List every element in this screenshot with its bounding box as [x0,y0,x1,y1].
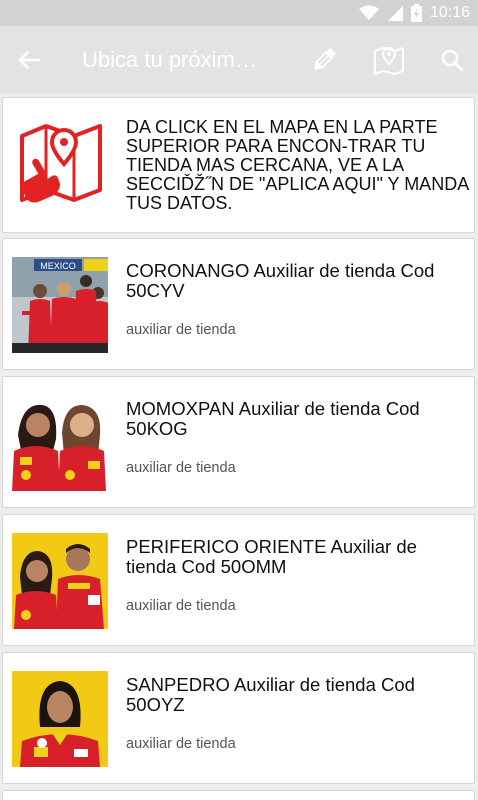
signal-icon [387,6,403,21]
job-title: PERIFERICO ORIENTE Auxiliar de tienda Co… [126,536,417,577]
search-icon [441,49,463,71]
map-button[interactable] [371,42,407,78]
search-button[interactable] [436,42,468,78]
staff-photo-3 [12,533,108,629]
store-sign: MEXICO [40,261,76,271]
back-arrow-icon [18,50,40,70]
job-photo [12,395,108,491]
job-card[interactable]: MOMOXPAN Auxiliar de tienda Cod 50KOG au… [2,376,475,508]
job-card[interactable] [2,790,475,800]
app-bar: Ubica tu próxim… [0,26,478,94]
job-list: DA CLICK EN EL MAPA EN LA PARTE SUPERIOR… [0,94,478,800]
staff-photo-2 [12,395,108,491]
edit-button[interactable] [307,42,341,78]
intro-instructions: DA CLICK EN EL MAPA EN LA PARTE SUPERIOR… [126,117,469,213]
back-button[interactable] [12,44,46,76]
job-card[interactable]: SANPEDRO Auxiliar de tienda Cod 50OYZ au… [2,652,475,784]
status-bar: 10:16 [0,0,478,26]
status-icons: 10:16 [358,3,470,23]
wifi-icon [358,5,379,20]
map-marker-icon [374,47,404,75]
job-photo [12,533,108,629]
job-title: SANPEDRO Auxiliar de tienda Cod 50OYZ [126,674,415,715]
job-photo: MEXICO [12,257,108,353]
job-photo [12,671,108,767]
status-time: 10:16 [429,4,470,21]
job-subtitle: auxiliar de tienda [126,598,236,614]
job-subtitle: auxiliar de tienda [126,322,236,338]
page-title: Ubica tu próxim… [82,47,257,72]
job-title: CORONANGO Auxiliar de tienda Cod 50CYV [126,260,435,301]
job-subtitle: auxiliar de tienda [126,736,236,752]
job-card[interactable]: MEXICO CORONANGO Auxiliar de tienda Cod … [2,238,475,370]
job-card[interactable]: PERIFERICO ORIENTE Auxiliar de tienda Co… [2,514,475,646]
edit-pencil-icon [314,47,337,70]
job-title: MOMOXPAN Auxiliar de tienda Cod 50KOG [126,398,420,439]
staff-photo-1: MEXICO [12,257,108,353]
battery-icon [410,4,422,22]
staff-photo-4 [12,671,108,767]
job-subtitle: auxiliar de tienda [126,460,236,476]
intro-card[interactable]: DA CLICK EN EL MAPA EN LA PARTE SUPERIOR… [2,97,475,233]
intro-image [12,114,108,210]
map-tap-icon [20,124,102,203]
